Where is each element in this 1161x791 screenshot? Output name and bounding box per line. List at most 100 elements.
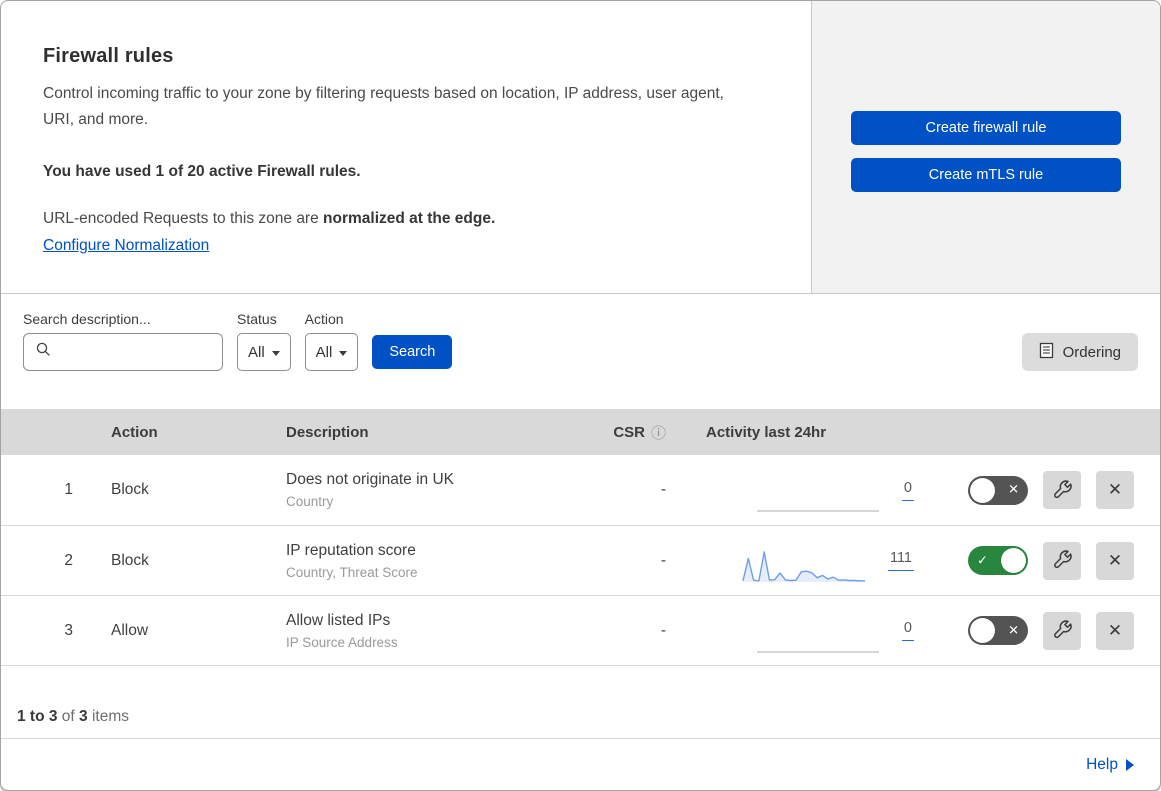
pagination-of: of [61, 708, 75, 725]
info-icon[interactable]: ⓘ [651, 422, 666, 443]
table-header: Action Description CSR ⓘ Activity last 2… [1, 409, 1160, 455]
csr-column-header: CSR ⓘ [596, 422, 686, 443]
configure-normalization-link[interactable]: Configure Normalization [43, 237, 209, 255]
activity-cell: 111 [686, 538, 926, 584]
csr-value: - [660, 621, 666, 639]
page-description: Control incoming traffic to your zone by… [43, 85, 724, 128]
toggle-knob [970, 477, 995, 503]
rule-controls: ✓ ✕ ✕ [926, 611, 1160, 650]
table-row: 2 Block IP reputation score Country, Thr… [1, 525, 1160, 595]
status-select[interactable]: All [237, 333, 291, 371]
firewall-rules-card: Firewall rules Control incoming traffic … [0, 0, 1161, 791]
rule-description: IP reputation score [286, 541, 416, 559]
close-icon: ✕ [1107, 480, 1123, 500]
activity-count-link[interactable]: 0 [901, 480, 914, 501]
rule-description: Allow listed IPs [286, 611, 391, 629]
pagination-range: 1 to 3 [17, 708, 58, 725]
csr-value: - [660, 551, 666, 569]
status-selected-value: All [248, 343, 265, 361]
activity-count-link[interactable]: 0 [901, 620, 914, 641]
filter-controls: Search description... Status All Action [23, 311, 453, 371]
search-icon [35, 341, 52, 363]
activity-cell: 0 [686, 608, 926, 654]
help-label: Help [1086, 756, 1118, 773]
rule-number: 1 [64, 481, 73, 498]
csr-value: - [660, 481, 666, 498]
action-selected-value: All [315, 343, 333, 361]
rule-description-cell: IP reputation score Country, Threat Scor… [266, 542, 596, 580]
normalization-bold: normalized at the edge. [323, 210, 496, 227]
status-label: Status [237, 311, 277, 327]
description-column-header: Description [286, 423, 369, 441]
chevron-down-icon [271, 350, 280, 356]
rule-controls: ✓ ✕ ✕ [926, 471, 1160, 509]
normalization-text: URL-encoded Requests to this zone are no… [43, 210, 771, 228]
rule-number: 2 [64, 551, 73, 569]
toggle-knob [970, 618, 995, 643]
header-text-block: Firewall rules Control incoming traffic … [1, 1, 811, 293]
activity-sparkline [742, 550, 865, 582]
pagination-items: items [91, 708, 130, 725]
chevron-down-icon [339, 350, 348, 356]
table-row: 3 Allow Allow listed IPs IP Source Addre… [1, 595, 1160, 665]
rule-action: Block [111, 551, 149, 569]
delete-rule-button[interactable]: ✕ [1096, 471, 1134, 509]
search-button[interactable]: Search [372, 335, 453, 369]
rule-fields: Country, Threat Score [286, 564, 418, 580]
rule-description-cell: Allow listed IPs IP Source Address [266, 612, 596, 650]
create-mtls-rule-button[interactable]: Create mTLS rule [851, 158, 1121, 192]
arrow-right-icon [1126, 759, 1134, 771]
actions-panel: Create firewall rule Create mTLS rule [811, 1, 1160, 293]
close-icon: ✕ [1107, 550, 1123, 571]
rule-description-cell: Does not originate in UK Country [266, 471, 596, 509]
rule-number: 3 [64, 621, 73, 639]
delete-rule-button[interactable]: ✕ [1096, 611, 1134, 650]
filter-bar: Search description... Status All Action [1, 294, 1160, 409]
close-icon: ✕ [1107, 620, 1123, 641]
pagination-total: 3 [79, 708, 88, 725]
check-icon: ✓ [977, 553, 988, 568]
table-row: 1 Block Does not originate in UK Country… [1, 455, 1160, 525]
rule-description: Does not originate in UK [286, 471, 455, 488]
wrench-icon [1052, 549, 1072, 572]
pagination-summary: 1 to 3 of 3 items [1, 665, 1160, 738]
action-label: Action [304, 311, 344, 327]
action-column-header: Action [111, 423, 158, 441]
usage-text: You have used 1 of 20 active Firewall ru… [43, 163, 361, 180]
header-section: Firewall rules Control incoming traffic … [1, 1, 1160, 294]
edit-rule-button[interactable] [1043, 471, 1081, 509]
rule-fields: IP Source Address [286, 634, 398, 650]
rule-enabled-toggle[interactable]: ✓ ✕ [968, 475, 1028, 505]
edit-rule-button[interactable] [1043, 541, 1081, 580]
normalization-prefix: URL-encoded Requests to this zone are [43, 210, 324, 227]
help-bar: Help [1, 738, 1160, 790]
wrench-icon [1052, 619, 1072, 642]
toggle-knob [1001, 548, 1026, 573]
ordering-button[interactable]: Ordering [1021, 333, 1138, 371]
help-link[interactable]: Help [1086, 756, 1134, 774]
activity-cell: 0 [686, 467, 926, 513]
create-firewall-rule-button[interactable]: Create firewall rule [851, 111, 1121, 145]
x-icon: ✕ [1008, 623, 1019, 638]
ordering-label: Ordering [1062, 343, 1121, 361]
delete-rule-button[interactable]: ✕ [1096, 541, 1134, 580]
rule-enabled-toggle[interactable]: ✓ ✕ [968, 616, 1028, 645]
action-select[interactable]: All [304, 333, 359, 371]
action-field: Action All [304, 311, 359, 371]
csr-header-label: CSR [613, 423, 645, 441]
wrench-icon [1052, 479, 1072, 502]
search-field: Search description... [23, 311, 267, 371]
ordering-icon [1039, 342, 1054, 363]
edit-rule-button[interactable] [1043, 611, 1081, 650]
search-label: Search description... [23, 311, 151, 327]
page-title: Firewall rules [43, 45, 174, 67]
rule-action: Allow [111, 621, 149, 639]
search-input[interactable] [52, 334, 267, 370]
rule-action: Block [111, 481, 149, 498]
rule-enabled-toggle[interactable]: ✓ ✕ [968, 546, 1028, 575]
search-box [23, 333, 267, 371]
activity-count-link[interactable]: 111 [887, 550, 914, 571]
activity-column-header: Activity last 24hr [706, 423, 827, 441]
rule-controls: ✓ ✕ ✕ [926, 541, 1160, 580]
rule-fields: Country [286, 494, 334, 509]
